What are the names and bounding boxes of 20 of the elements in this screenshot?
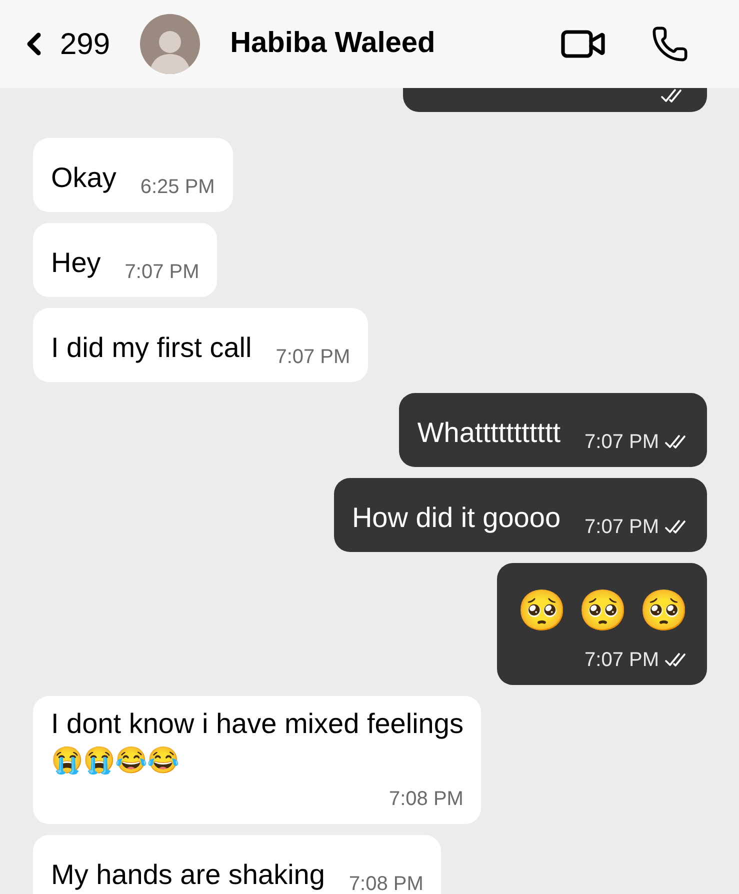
message-text: My hands are shaking xyxy=(51,858,325,892)
contact-name[interactable]: Habiba Waleed xyxy=(230,22,436,66)
message-time: 7:07 PM xyxy=(584,648,659,673)
message-time: 7:07 PM xyxy=(276,345,350,370)
message-time: 7:08 PM xyxy=(348,872,424,894)
message-text: Whattttttttttt xyxy=(417,416,561,450)
message-text: I did my first call xyxy=(51,331,252,365)
message-time: 7:07 PM xyxy=(584,515,659,540)
message-emojis: 😭😭😂😂 xyxy=(51,744,180,777)
message-emojis: 🥺 🥺 🥺 xyxy=(516,588,689,635)
back-button[interactable]: 299 xyxy=(16,22,110,66)
message-time: 6:25 PM xyxy=(140,175,215,200)
message-time: 7:07 PM xyxy=(584,430,659,455)
message-text: I dont know i have mixed feelings xyxy=(51,707,464,741)
message-text: How did it goooo xyxy=(352,501,561,535)
voice-call-button[interactable] xyxy=(651,25,689,63)
message-time: 7:07 PM xyxy=(124,260,200,285)
message-text: Okay xyxy=(51,161,116,195)
message-time: 7:08 PM xyxy=(388,787,464,812)
message-text: Hey xyxy=(51,246,101,280)
